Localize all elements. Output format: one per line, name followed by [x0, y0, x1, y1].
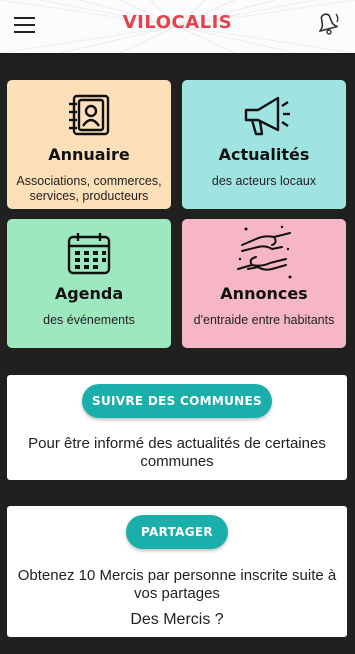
tile-actualites[interactable]: Actualités des acteurs locaux	[182, 80, 346, 209]
app-header: VILOCALIS	[0, 0, 355, 53]
follow-communes-button[interactable]: SUIVRE DES COMMUNES	[82, 384, 272, 418]
bell-icon[interactable]	[314, 10, 340, 36]
tile-subtitle: des événements	[43, 313, 135, 327]
tile-subtitle: Associations, commerces, services, produ…	[16, 174, 162, 203]
tile-annonces[interactable]: Annonces d'entraide entre habitants	[182, 219, 346, 348]
tile-title: Annonces	[220, 284, 308, 303]
tile-title: Annuaire	[48, 145, 130, 164]
mercis-info-link[interactable]: Des Mercis ?	[7, 611, 347, 629]
follow-communes-card: SUIVRE DES COMMUNES Pour être informé de…	[7, 375, 347, 480]
megaphone-icon	[244, 96, 290, 136]
tile-title: Agenda	[54, 284, 124, 303]
tile-annuaire[interactable]: Annuaire Associations, commerces, servic…	[7, 80, 171, 209]
helping-hands-icon	[237, 225, 292, 279]
follow-communes-text: Pour être informé des actualités de cert…	[28, 435, 326, 470]
tile-subtitle: d'entraide entre habitants	[193, 313, 335, 327]
tile-subtitle: des acteurs locaux	[211, 174, 317, 188]
tile-agenda[interactable]: Agenda des événements	[7, 219, 171, 348]
address-book-icon	[69, 94, 110, 136]
share-button[interactable]: PARTAGER	[126, 515, 228, 549]
app-logo[interactable]: VILOCALIS	[0, 12, 355, 33]
tile-title: Actualités	[218, 145, 310, 164]
share-card: PARTAGER Obtenez 10 Mercis par personne …	[7, 506, 347, 637]
calendar-icon	[67, 233, 111, 275]
share-text: Obtenez 10 Mercis par personne inscrite …	[17, 567, 337, 602]
